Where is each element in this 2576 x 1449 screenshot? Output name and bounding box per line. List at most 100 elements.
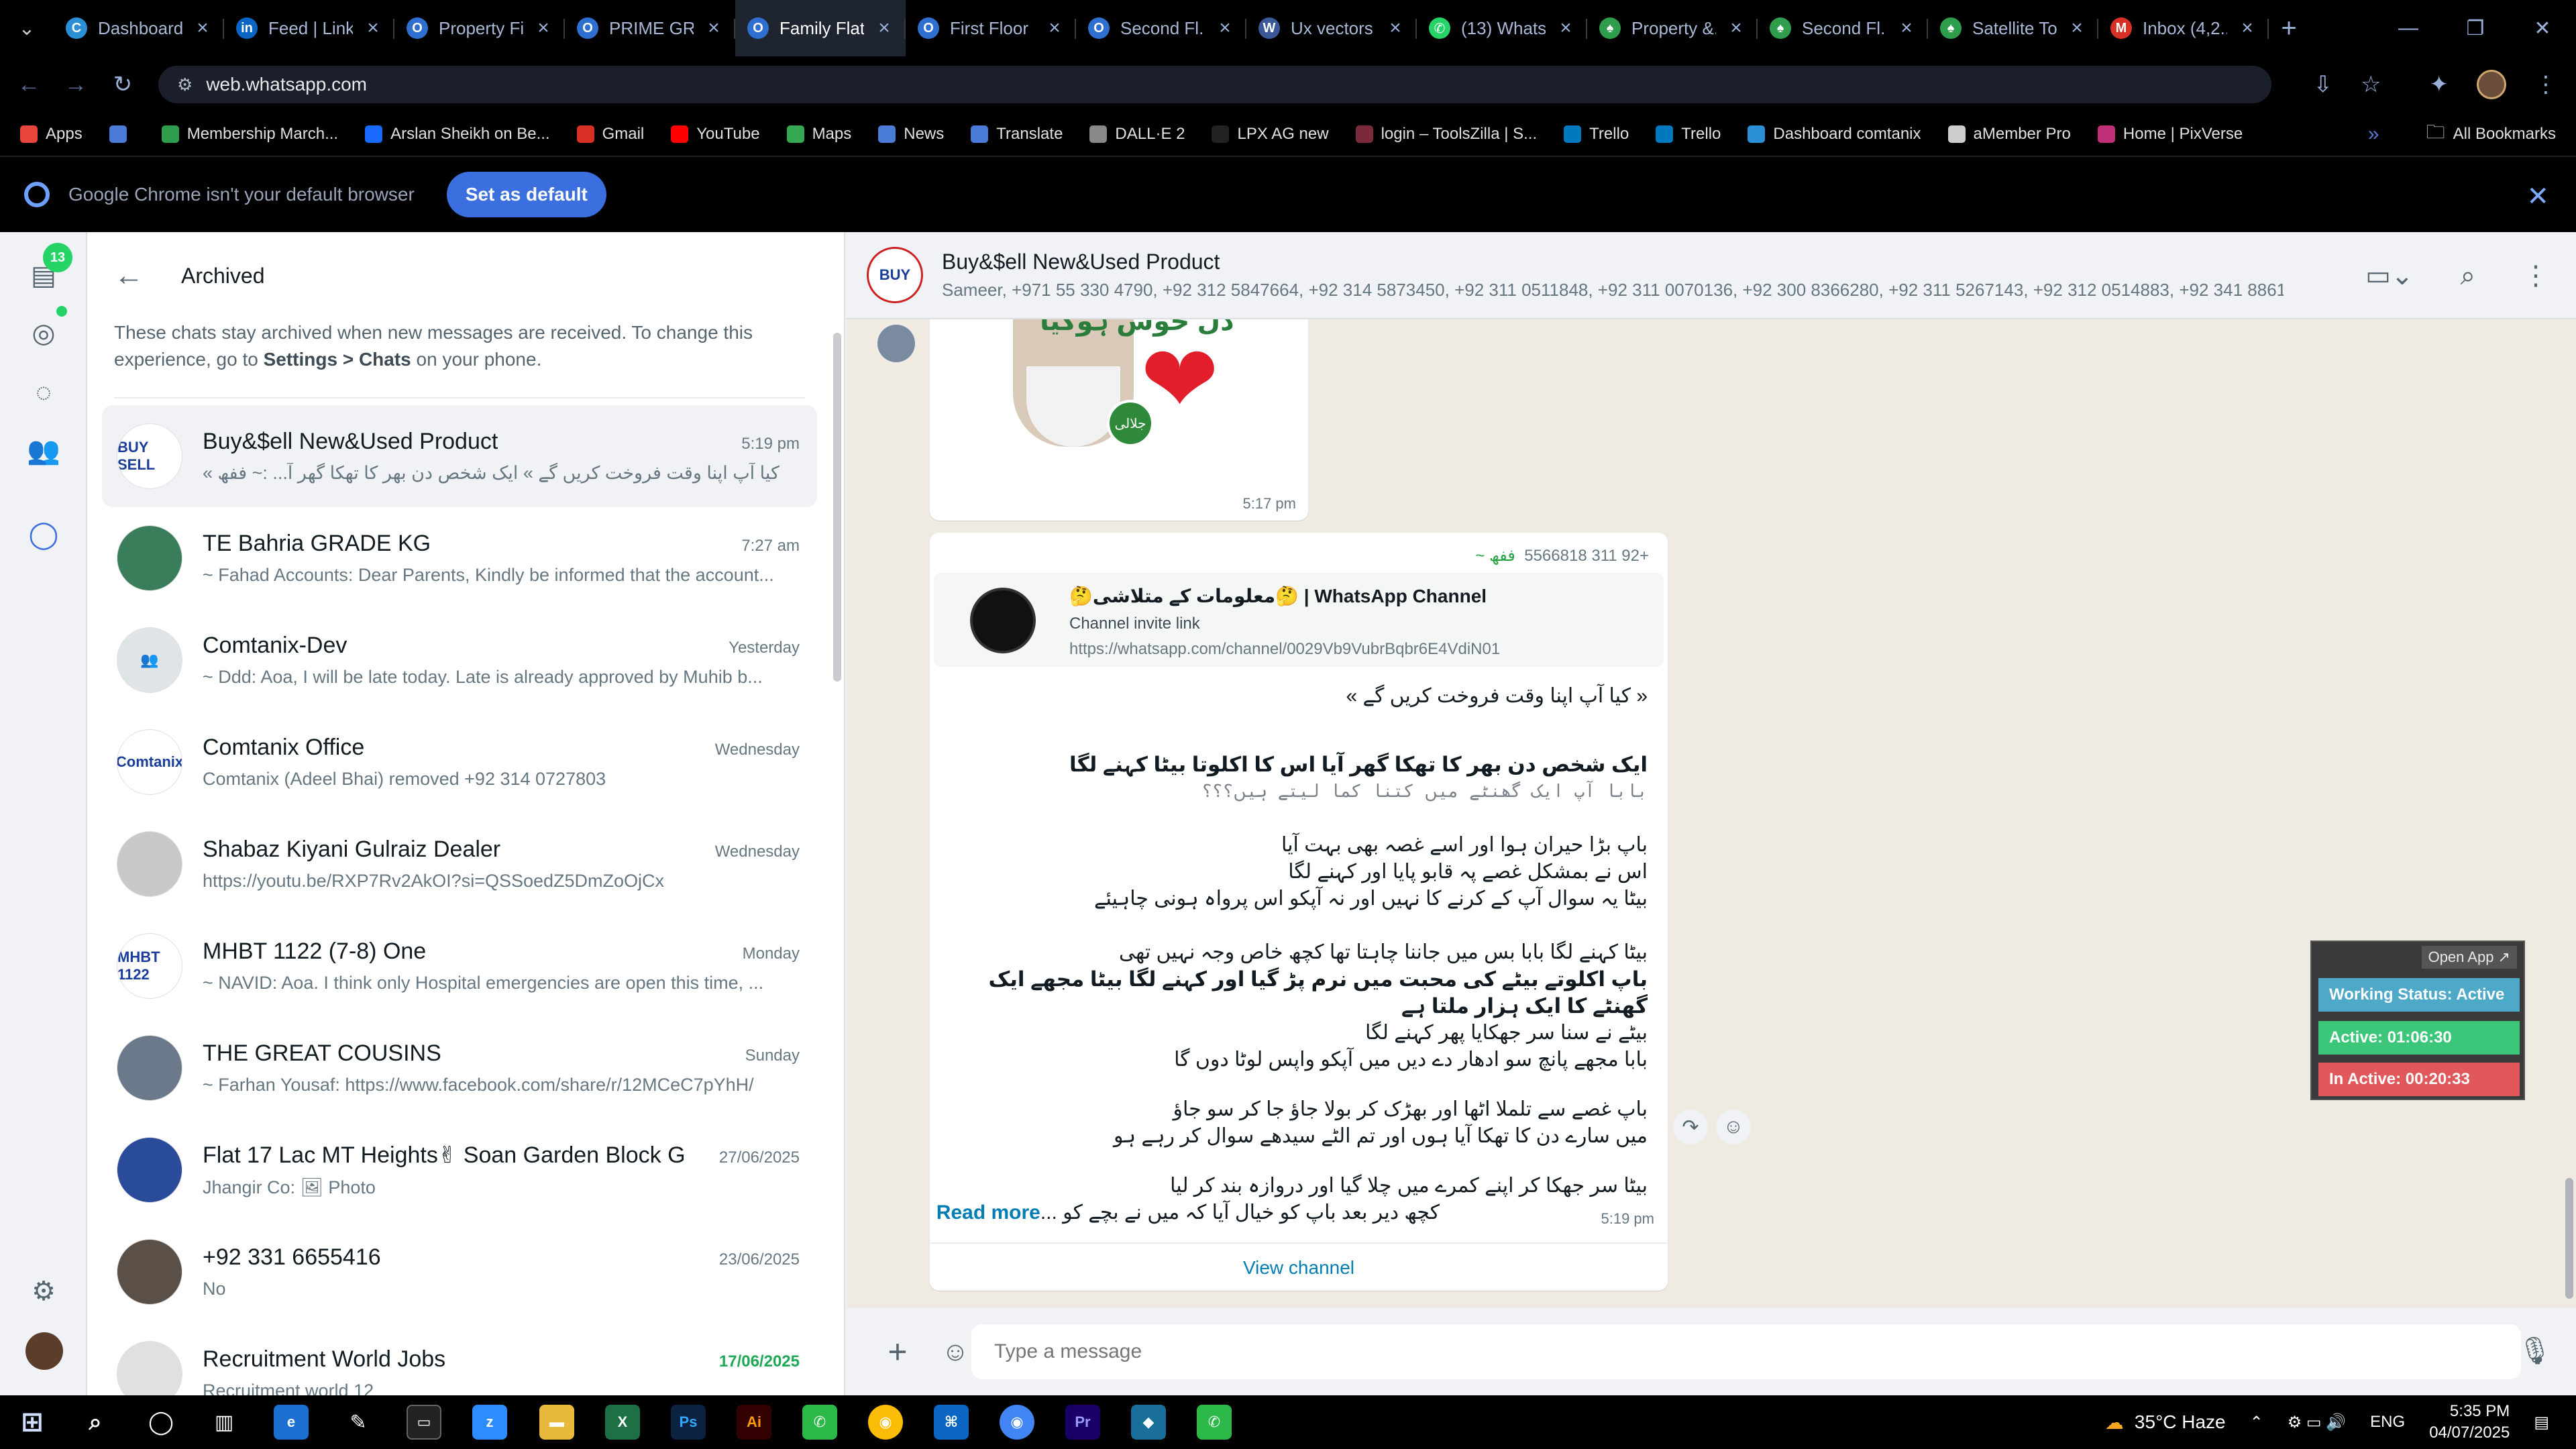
bookmark-item[interactable]: Gmail (576, 125, 644, 144)
video-call-icon[interactable]: ▭⌄ (2365, 260, 2413, 291)
bookmark-item[interactable]: Arslan Sheikh on Be... (365, 125, 550, 144)
set-as-default-button[interactable]: Set as default (446, 172, 606, 217)
extensions-icon[interactable]: ✦ (2430, 71, 2449, 98)
chat-list-item[interactable]: TE Bahria GRADE KG 7:27 am ~ Fahad Accou… (102, 507, 817, 609)
bookmark-item[interactable]: Trello (1564, 125, 1629, 144)
all-bookmarks-button[interactable]: 🗀 All Bookmarks (2426, 118, 2556, 150)
file-explorer-icon[interactable]: ▬ (539, 1405, 574, 1440)
task-view-icon[interactable]: ▥ (207, 1405, 241, 1440)
premiere-icon[interactable]: Pr (1065, 1405, 1100, 1440)
excel-icon[interactable]: X (605, 1405, 640, 1440)
view-channel-button[interactable]: View channel (930, 1242, 1668, 1291)
terminal-icon[interactable]: ▭ (407, 1405, 441, 1440)
browser-tab[interactable]: in Feed | LinkedIn × (224, 0, 394, 56)
language-indicator[interactable]: ENG (2370, 1413, 2405, 1432)
close-icon[interactable]: ✕ (2526, 181, 2549, 212)
browser-tab[interactable]: ♠ Satellite To... × (1928, 0, 2098, 56)
chat-list-item[interactable]: 👥 Comtanix-Dev Yesterday ~ Ddd: Aoa, I w… (102, 609, 817, 711)
chat-list-item[interactable]: Shabaz Kiyani Gulraiz Dealer Wednesday h… (102, 813, 817, 915)
browser-tab[interactable]: O PRIME GR... × (565, 0, 735, 56)
chat-avatar[interactable] (117, 831, 182, 897)
chevron-up-icon[interactable]: ⌃ (2250, 1413, 2263, 1432)
bookmark-item[interactable]: YouTube (671, 125, 760, 144)
back-arrow-icon[interactable]: ← (5, 56, 52, 113)
channels-icon[interactable]: ◌ (27, 376, 60, 409)
bookmark-item[interactable]: Maps (786, 125, 851, 144)
browser-tab[interactable]: O First Floor × (906, 0, 1076, 56)
search-icon[interactable]: ⌕ (78, 1405, 113, 1440)
chat-avatar[interactable]: Comtanix (117, 729, 182, 795)
bookmark-item[interactable]: News (878, 125, 944, 144)
browser-tab[interactable]: C Dashboard × (54, 0, 224, 56)
chat-list-item[interactable]: +92 331 6655416 23/06/2025 No (102, 1221, 817, 1323)
message-input[interactable] (971, 1324, 2521, 1379)
chat-list-scrollbar[interactable] (833, 333, 841, 682)
cortana-icon[interactable]: ◯ (144, 1405, 178, 1440)
tab-search-chevron-icon[interactable]: ⌄ (0, 0, 54, 56)
search-icon[interactable]: ⌕ (2461, 261, 2475, 291)
bookmark-item[interactable]: DALL·E 2 (1089, 125, 1185, 144)
edge-icon[interactable]: e (274, 1405, 309, 1440)
settings-gear-icon[interactable]: ⚙ (27, 1275, 60, 1308)
my-profile-avatar[interactable] (25, 1332, 63, 1370)
chat-avatar[interactable] (117, 1137, 182, 1203)
sender-phone[interactable]: +92 311 5566818 (1524, 547, 1649, 565)
more-bookmarks-icon[interactable]: » (2368, 123, 2379, 146)
green-app-icon[interactable]: ✆ (1197, 1405, 1232, 1440)
pen-icon[interactable]: ✎ (341, 1405, 376, 1440)
microphone-icon[interactable]: 🎙 (2518, 1335, 2552, 1366)
browser-tab[interactable]: O Second Fl... × (1076, 0, 1246, 56)
zoom-icon[interactable]: z (472, 1405, 507, 1440)
chrome-active-icon[interactable]: ◉ (1000, 1405, 1034, 1440)
conversation-scrollbar[interactable] (2565, 319, 2573, 1308)
profile-avatar[interactable] (2477, 70, 2506, 99)
illustrator-icon[interactable]: Ai (737, 1405, 771, 1440)
open-app-button[interactable]: Open App ↗ (2421, 946, 2517, 969)
message-image[interactable]: ❤ دل خوش ہوگیا جلالی (1000, 319, 1252, 451)
sender-avatar[interactable] (877, 325, 915, 362)
communities-icon[interactable]: 👥 (27, 433, 60, 467)
chrome-taskbar-icon[interactable]: ◉ (868, 1405, 903, 1440)
site-info-icon[interactable]: ⚙ (177, 74, 193, 95)
group-avatar[interactable]: BUY (867, 247, 923, 303)
tab-close-icon[interactable]: × (2068, 17, 2086, 40)
conversation-header[interactable]: BUY Buy&$ell New&Used Product Sameer, +9… (847, 232, 2576, 319)
bookmark-item[interactable]: Home | PixVerse (2097, 125, 2243, 144)
address-bar[interactable]: ⚙ web.whatsapp.com (158, 66, 2271, 103)
emoji-react-icon[interactable]: ☺ (1716, 1110, 1751, 1144)
status-icon[interactable]: ◎ (27, 317, 60, 350)
vscode-icon[interactable]: ⌘ (934, 1405, 969, 1440)
tab-close-icon[interactable]: × (193, 17, 212, 40)
forward-arrow-icon[interactable]: → (52, 56, 99, 113)
close-window-icon[interactable]: ✕ (2509, 0, 2576, 56)
tab-close-icon[interactable]: × (1045, 17, 1064, 40)
install-app-icon[interactable]: ⇩ (2314, 71, 2333, 98)
bookmark-item[interactable]: LPX AG new (1212, 125, 1329, 144)
tab-close-icon[interactable]: × (875, 17, 894, 40)
minimize-icon[interactable]: — (2375, 0, 2442, 56)
chat-avatar[interactable] (117, 1035, 182, 1101)
tab-close-icon[interactable]: × (1727, 17, 1746, 40)
chat-list-item[interactable]: THE GREAT COUSINS Sunday ~ Farhan Yousaf… (102, 1017, 817, 1119)
chat-list-item[interactable]: MHBT 1122 MHBT 1122 (7-8) One Monday ~ N… (102, 915, 817, 1017)
browser-tab[interactable]: ♠ Property &... × (1587, 0, 1758, 56)
browser-tab[interactable]: ♠ Second Fl... × (1758, 0, 1928, 56)
clock[interactable]: 5:35 PM 04/07/2025 (2429, 1401, 2510, 1444)
bookmark-star-icon[interactable]: ☆ (2361, 71, 2381, 98)
chat-avatar[interactable]: BUY SELL (117, 423, 182, 489)
scrollbar-thumb[interactable] (2565, 1178, 2573, 1299)
bookmark-item[interactable]: Membership March... (161, 125, 338, 144)
tab-close-icon[interactable]: × (364, 17, 382, 40)
bookmark-item[interactable]: Apps (20, 125, 83, 144)
tab-close-icon[interactable]: × (1386, 17, 1405, 40)
channel-link-preview[interactable]: 🤔معلومات کے متلاشی🤔 | WhatsApp Channel C… (934, 573, 1664, 667)
kebab-menu-icon[interactable]: ⋮ (2522, 260, 2549, 291)
chat-list-item[interactable]: Comtanix Comtanix Office Wednesday Comta… (102, 711, 817, 813)
attach-plus-icon[interactable]: + (877, 1332, 918, 1371)
tab-close-icon[interactable]: × (2238, 17, 2257, 40)
browser-tab[interactable]: O Family Flat × (735, 0, 906, 56)
photoshop-icon[interactable]: Ps (671, 1405, 706, 1440)
tab-close-icon[interactable]: × (704, 17, 723, 40)
browser-tab[interactable]: W Ux vectors × (1246, 0, 1417, 56)
forward-icon[interactable]: ↷ (1673, 1110, 1708, 1144)
